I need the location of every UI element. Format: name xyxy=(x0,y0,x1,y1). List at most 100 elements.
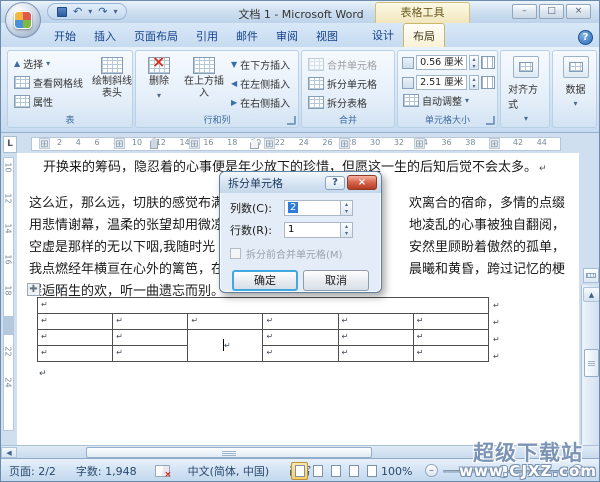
split-cells-button[interactable]: 拆分单元格 xyxy=(305,74,380,93)
dialog-help-icon[interactable]: ? xyxy=(325,175,345,190)
undo-dropdown-icon[interactable]: ▾ xyxy=(88,7,92,16)
proofing-status-icon[interactable]: × xyxy=(154,465,172,480)
language-indicator[interactable]: 中文(简体, 中国) xyxy=(178,463,280,479)
column-width-spinner[interactable]: ▴ ▾ xyxy=(468,75,480,90)
save-icon[interactable] xyxy=(57,6,67,17)
column-marker-icon[interactable]: ⊞ xyxy=(339,138,350,150)
scroll-up-icon[interactable]: ▲ xyxy=(583,287,599,302)
table-cell[interactable]: ↵ xyxy=(337,329,414,346)
vertical-scroll-thumb[interactable] xyxy=(584,349,599,377)
web-layout-view-icon[interactable] xyxy=(327,462,344,480)
horizontal-scrollbar[interactable]: ◀ xyxy=(1,445,599,458)
distribute-rows-icon[interactable] xyxy=(481,56,495,69)
table-move-handle-icon[interactable]: ✚ xyxy=(27,283,40,296)
cancel-button[interactable]: 取消 xyxy=(303,270,369,291)
table-cell[interactable]: ↵ xyxy=(262,345,339,362)
columns-spinner[interactable]: ▴ ▾ xyxy=(341,200,353,216)
table-cell[interactable]: ↵ xyxy=(337,345,414,362)
select-button[interactable]: ▲ 选择 ▾ xyxy=(11,54,86,73)
zoom-slider-handle[interactable] xyxy=(499,465,508,478)
autofit-button[interactable]: 自动调整 ▾ xyxy=(400,91,497,110)
delete-button[interactable]: × 删除 ▾ xyxy=(138,54,180,102)
row-height-field[interactable]: 0.56 厘米 xyxy=(416,55,467,70)
spin-up-icon[interactable]: ▴ xyxy=(470,76,478,83)
column-marker-icon[interactable]: ⊞ xyxy=(264,138,275,150)
zoom-in-icon[interactable]: + xyxy=(571,464,584,477)
table-cell-active[interactable]: ↵ xyxy=(187,329,264,362)
alignment-button[interactable]: 对齐方式 ▾ xyxy=(508,56,544,123)
column-marker-icon[interactable]: ⊞ xyxy=(39,138,50,150)
table-cell[interactable]: ↵ xyxy=(112,345,189,362)
word-count[interactable]: 字数: 1,948 xyxy=(66,463,147,479)
column-marker-icon[interactable]: ⊞ xyxy=(114,138,125,150)
table-cell[interactable]: ↵ xyxy=(262,329,339,346)
ruler-toggle-button[interactable] xyxy=(583,268,599,283)
cell-size-dialog-launcher-icon[interactable] xyxy=(486,116,495,125)
rows-input[interactable]: 1 xyxy=(284,222,341,238)
ribbon-tab[interactable]: 审阅 xyxy=(267,24,307,47)
rows-dialog-launcher-icon[interactable] xyxy=(287,116,296,125)
restore-button[interactable]: □ xyxy=(539,4,564,19)
table-cell[interactable]: ↵ xyxy=(112,329,189,346)
insert-above-button[interactable]: 在上方插入 xyxy=(182,55,226,100)
column-marker-icon[interactable]: ⊞ xyxy=(414,138,425,150)
close-button[interactable]: × xyxy=(566,4,591,19)
tab-selector[interactable]: L xyxy=(3,136,17,153)
office-button[interactable] xyxy=(5,2,41,38)
ok-button[interactable]: 确定 xyxy=(232,270,298,291)
insert-right-button[interactable]: ▶ 在右侧插入 xyxy=(228,93,293,112)
table-cell[interactable]: ↵ xyxy=(37,297,489,314)
redo-icon[interactable]: ↷ xyxy=(98,6,107,17)
ribbon-tab[interactable]: 视图 xyxy=(307,24,347,47)
page-indicator[interactable]: 页面: 2/2 xyxy=(9,463,66,479)
zoom-level[interactable]: 100% xyxy=(381,465,412,478)
ribbon-tab[interactable]: 页面布局 xyxy=(125,24,187,47)
columns-input[interactable]: 2 xyxy=(284,200,341,216)
column-marker-icon[interactable]: ⊞ xyxy=(189,138,200,150)
table-cell[interactable]: ↵ xyxy=(36,345,114,362)
ribbon-tab[interactable]: 引用 xyxy=(187,24,227,47)
minimize-button[interactable]: – xyxy=(512,4,537,19)
ribbon-tab[interactable]: 邮件 xyxy=(227,24,267,47)
insert-below-button[interactable]: ▼ 在下方插入 xyxy=(228,55,293,74)
horizontal-scroll-thumb[interactable] xyxy=(86,447,372,458)
qat-customize-icon[interactable]: ▾ xyxy=(113,7,117,16)
outline-view-icon[interactable] xyxy=(345,462,362,480)
undo-icon[interactable]: ↶ xyxy=(73,6,82,17)
rows-spinner[interactable]: ▴ ▾ xyxy=(341,222,353,238)
table-cell[interactable]: ↵ xyxy=(187,313,264,330)
print-layout-view-icon[interactable] xyxy=(291,462,308,480)
spin-up-icon[interactable]: ▴ xyxy=(470,56,478,63)
properties-button[interactable]: 属性 xyxy=(11,92,86,111)
ribbon-tab[interactable]: 插入 xyxy=(85,24,125,47)
row-height-spinner[interactable]: ▴ ▾ xyxy=(468,55,480,70)
dialog-close-icon[interactable]: × xyxy=(347,175,377,190)
draft-view-icon[interactable] xyxy=(363,462,380,480)
spin-down-icon[interactable]: ▾ xyxy=(341,208,352,215)
vertical-ruler[interactable]: 1012141618202224 xyxy=(1,153,17,445)
document-table[interactable]: ↵ ↵ ↵ ↵ ↵ ↵ ↵ ↵ ↵ ↵ ↵ ↵ ↵ ↵ ↵ ↵ ↵ ↵ xyxy=(36,297,490,362)
table-cell[interactable]: ↵ xyxy=(412,345,490,362)
spin-down-icon[interactable]: ▾ xyxy=(470,63,478,70)
fullscreen-reading-view-icon[interactable] xyxy=(309,462,326,480)
insert-left-button[interactable]: ◀ 在左侧插入 xyxy=(228,74,293,93)
table-cell[interactable]: ↵ xyxy=(262,313,339,330)
spin-down-icon[interactable]: ▾ xyxy=(470,83,478,90)
split-table-button[interactable]: 拆分表格 xyxy=(305,93,380,112)
column-width-field[interactable]: 2.51 厘米 xyxy=(416,75,467,90)
horizontal-ruler[interactable]: 2468101214161820222426283032343638404244… xyxy=(19,136,577,153)
table-cell[interactable]: ↵ xyxy=(36,313,114,330)
scroll-left-icon[interactable]: ◀ xyxy=(1,447,17,458)
distribute-columns-icon[interactable] xyxy=(481,76,495,89)
help-icon[interactable]: ? xyxy=(578,30,593,45)
table-cell[interactable]: ↵ xyxy=(412,329,490,346)
draw-diagonal-header-button[interactable]: 绘制斜线表头 xyxy=(92,55,132,100)
table-cell[interactable]: ↵ xyxy=(112,313,189,330)
zoom-out-icon[interactable]: – xyxy=(425,464,438,477)
table-cell[interactable]: ↵ xyxy=(337,313,414,330)
view-gridlines-button[interactable]: 查看网格线 xyxy=(11,73,86,92)
column-marker-icon[interactable]: ⊞ xyxy=(489,138,500,150)
spin-up-icon[interactable]: ▴ xyxy=(341,223,352,230)
spin-down-icon[interactable]: ▾ xyxy=(341,230,352,237)
spin-up-icon[interactable]: ▴ xyxy=(341,201,352,208)
